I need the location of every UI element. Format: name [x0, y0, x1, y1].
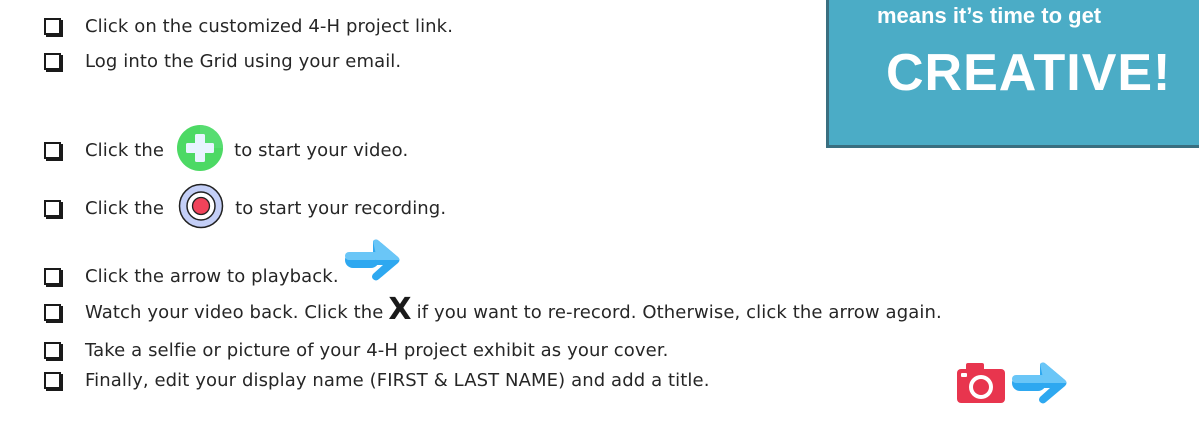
- checkbox[interactable]: [44, 268, 61, 285]
- checkbox[interactable]: [44, 142, 61, 159]
- checklist-text: Take a selfie or picture of your 4-H pro…: [85, 340, 669, 361]
- record-button-icon: [178, 183, 224, 234]
- banner-subtitle: means it’s time to get: [877, 3, 1102, 28]
- checklist-text-end: to start your recording.: [235, 198, 447, 219]
- checklist-item-6: Watch your video back. Click the X if yo…: [44, 291, 942, 327]
- checkbox[interactable]: [44, 18, 61, 35]
- camera-arrow-group: [956, 360, 1068, 410]
- checkbox[interactable]: [44, 200, 61, 217]
- checklist-item-1: Click on the customized 4-H project link…: [44, 16, 453, 37]
- banner-headline: CREATIVE!: [886, 44, 1172, 102]
- checkbox[interactable]: [44, 53, 61, 70]
- checklist-text-start: Watch your video back. Click the: [85, 302, 384, 323]
- checklist-text-start: Click the: [85, 140, 165, 161]
- checklist-item-7: Take a selfie or picture of your 4-H pro…: [44, 340, 669, 361]
- checklist-text-start: Click the: [85, 198, 165, 219]
- arrow-right-icon: [1010, 360, 1068, 410]
- checklist-item-4: Click the to start your recording.: [44, 183, 446, 234]
- checklist-text-end: if you want to re-record. Otherwise, cli…: [416, 302, 942, 323]
- checkbox[interactable]: [44, 304, 61, 321]
- checklist-text: Log into the Grid using your email.: [85, 51, 402, 72]
- checklist-text: Click on the customized 4-H project link…: [85, 16, 454, 37]
- checklist-text: Click the arrow to playback.: [85, 266, 339, 287]
- checklist-item-5: Click the arrow to playback.: [44, 239, 401, 302]
- checklist-item-3: Click the to start your video.: [44, 124, 408, 177]
- checklist-text-end: to start your video.: [234, 140, 409, 161]
- creative-banner: means it’s time to get CREATIVE!: [826, 0, 1199, 148]
- camera-icon: [956, 362, 1006, 408]
- x-mark: X: [388, 291, 412, 327]
- arrow-right-icon: [343, 237, 401, 288]
- checkbox[interactable]: [44, 342, 61, 359]
- checkbox[interactable]: [44, 372, 61, 389]
- checklist-text: Finally, edit your display name (FIRST &…: [85, 370, 710, 391]
- plus-circle-icon: [176, 124, 224, 177]
- checklist-item-2: Log into the Grid using your email.: [44, 51, 401, 72]
- checklist-item-8: Finally, edit your display name (FIRST &…: [44, 370, 710, 391]
